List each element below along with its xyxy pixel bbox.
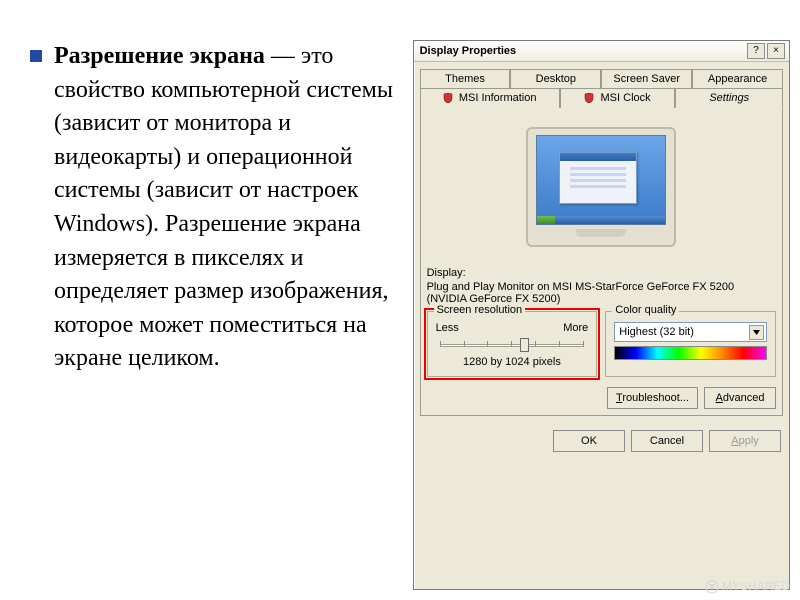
titlebar[interactable]: Display Properties ? × — [414, 41, 789, 62]
tab-themes[interactable]: Themes — [420, 69, 511, 88]
monitor-preview — [427, 114, 776, 259]
term-bold: Разрешение экрана — [54, 43, 265, 69]
help-button[interactable]: ? — [747, 43, 765, 59]
bullet-item: Разрешение экрана — это свойство компьют… — [30, 40, 403, 376]
display-label: Display: — [427, 267, 776, 279]
resolution-legend: Screen resolution — [434, 304, 526, 316]
display-properties-dialog: Display Properties ? × Themes Desktop Sc… — [413, 40, 790, 590]
color-spectrum-icon — [614, 346, 767, 360]
quality-legend: Color quality — [612, 304, 679, 316]
watermark: MYSHARED — [705, 579, 790, 594]
color-quality-select[interactable]: Highest (32 bit) — [614, 322, 767, 342]
help-icon: ? — [753, 46, 759, 56]
apply-button[interactable]: Apply — [709, 430, 781, 452]
msi-shield-icon — [443, 93, 453, 103]
slider-less-label: Less — [436, 322, 459, 334]
term-rest: — это свойство компьютерной системы (зав… — [54, 43, 393, 371]
tab-appearance[interactable]: Appearance — [692, 69, 783, 88]
slider-more-label: More — [563, 322, 588, 334]
tab-msi-clock[interactable]: MSI Clock — [560, 88, 676, 108]
tabs-row-1: Themes Desktop Screen Saver Appearance — [414, 62, 789, 87]
tab-msi-information[interactable]: MSI Information — [420, 88, 560, 108]
ok-button[interactable]: OK — [553, 430, 625, 452]
screen-resolution-group: Screen resolution Less More 1280 by 1024… — [427, 311, 598, 377]
window-title: Display Properties — [420, 45, 517, 57]
slide-paragraph: Разрешение экрана — это свойство компьют… — [54, 40, 403, 376]
msi-shield-icon — [584, 93, 594, 103]
settings-pane: Display: Plug and Play Monitor on MSI MS… — [420, 107, 783, 416]
advanced-button[interactable]: Advanced — [704, 387, 776, 409]
troubleshoot-button[interactable]: Troubleshoot... — [607, 387, 698, 409]
tabs-row-2: MSI Information MSI Clock Settings — [414, 87, 789, 107]
slider-thumb-icon[interactable] — [520, 338, 529, 352]
monitor-icon — [526, 127, 676, 247]
resolution-slider[interactable] — [436, 338, 589, 352]
color-quality-group: Color quality Highest (32 bit) — [605, 311, 776, 377]
close-button[interactable]: × — [767, 43, 785, 59]
quality-selected: Highest (32 bit) — [619, 326, 694, 338]
chevron-down-icon[interactable] — [749, 325, 764, 340]
dialog-button-row: OK Cancel Apply — [414, 422, 789, 462]
square-bullet-icon — [30, 50, 42, 62]
close-icon: × — [773, 46, 779, 56]
resolution-value: 1280 by 1024 pixels — [436, 356, 589, 368]
tab-settings[interactable]: Settings — [675, 88, 783, 108]
tab-desktop[interactable]: Desktop — [510, 69, 601, 88]
display-value: Plug and Play Monitor on MSI MS-StarForc… — [427, 281, 776, 305]
tab-screensaver[interactable]: Screen Saver — [601, 69, 692, 88]
cancel-button[interactable]: Cancel — [631, 430, 703, 452]
